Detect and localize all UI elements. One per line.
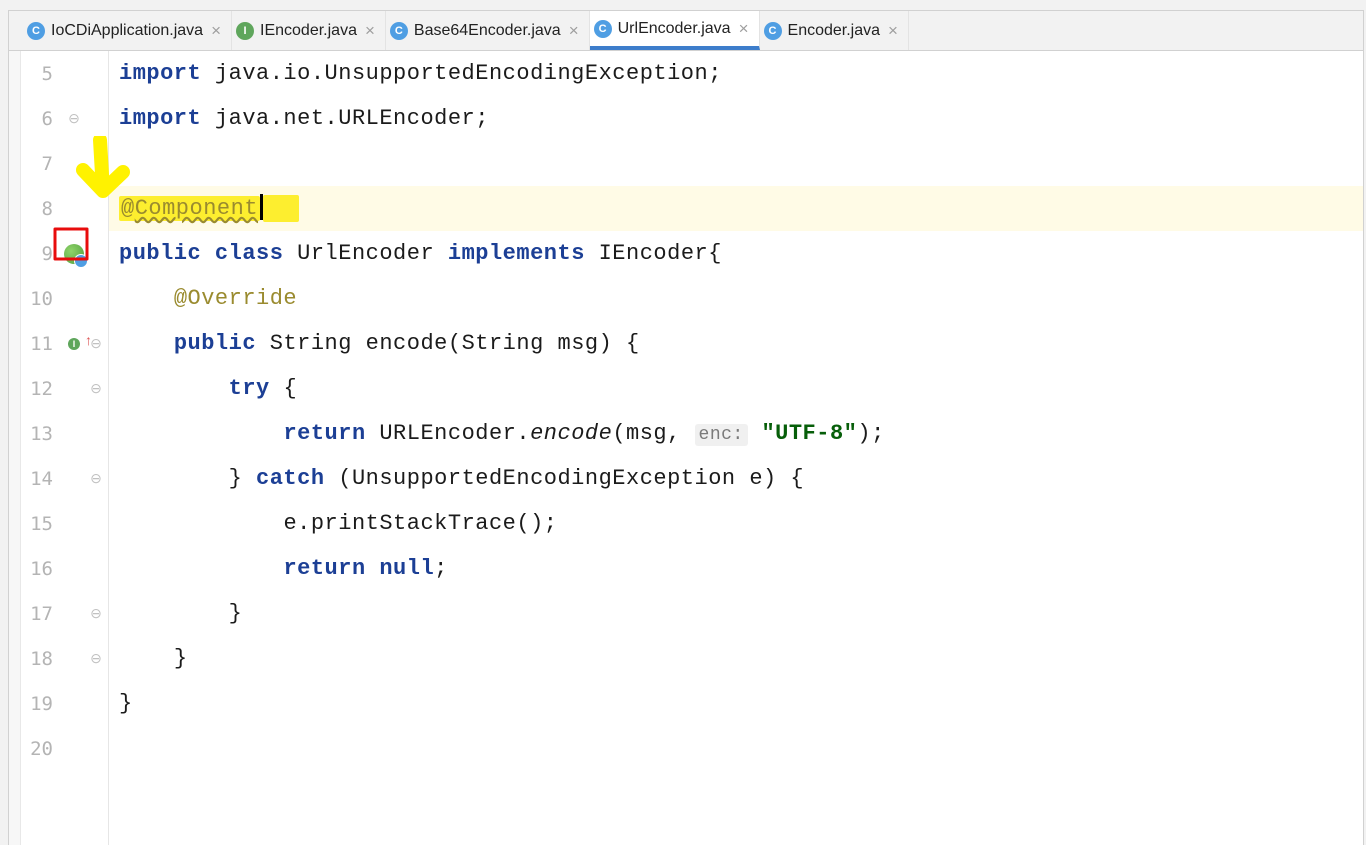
- close-icon[interactable]: ×: [886, 21, 898, 41]
- line-number: 20: [30, 738, 53, 760]
- line-number: 10: [30, 288, 53, 310]
- class-icon: C: [594, 20, 612, 38]
- tab-encoder[interactable]: C Encoder.java ×: [760, 11, 909, 50]
- tab-label: IoCDiApplication.java: [51, 22, 203, 40]
- tab-iencoder[interactable]: I IEncoder.java ×: [232, 11, 386, 50]
- line-number: 16: [30, 558, 53, 580]
- code-area[interactable]: import java.io.UnsupportedEncodingExcept…: [109, 51, 1363, 845]
- code-line[interactable]: public String encode(String msg) {: [109, 321, 1363, 366]
- code-line[interactable]: return URLEncoder.encode(msg, enc: "UTF-…: [109, 411, 1363, 456]
- tab-bar: C IoCDiApplication.java × I IEncoder.jav…: [9, 11, 1363, 51]
- class-icon: C: [390, 22, 408, 40]
- fold-icon[interactable]: ⊖: [85, 470, 107, 487]
- interface-icon: I: [236, 22, 254, 40]
- line-number: 5: [42, 63, 53, 85]
- code-line[interactable]: @Component: [109, 186, 1363, 231]
- close-icon[interactable]: ×: [209, 21, 221, 41]
- param-hint: enc:: [695, 424, 748, 446]
- code-line[interactable]: [109, 726, 1363, 771]
- fold-icon[interactable]: ⊖: [85, 335, 107, 352]
- line-number: 9: [42, 243, 53, 265]
- fold-icon[interactable]: ⊖: [85, 605, 107, 622]
- code-line[interactable]: return null;: [109, 546, 1363, 591]
- class-icon: C: [764, 22, 782, 40]
- line-number: 11: [30, 333, 53, 355]
- tab-iocdi[interactable]: C IoCDiApplication.java ×: [23, 11, 232, 50]
- fold-icon[interactable]: ⊖: [85, 650, 107, 667]
- line-number: 18: [30, 648, 53, 670]
- line-number: 6: [42, 108, 53, 130]
- spring-bean-icon[interactable]: [63, 244, 85, 264]
- code-line[interactable]: [109, 141, 1363, 186]
- code-line[interactable]: }: [109, 591, 1363, 636]
- line-number: 12: [30, 378, 53, 400]
- editor[interactable]: 5 6 ⊖ 7 8 9 10 11 I↑ ⊖ 12 ⊖ 13 14 ⊖ 15 16 1…: [9, 51, 1363, 845]
- close-icon[interactable]: ×: [737, 19, 749, 39]
- line-number: 14: [30, 468, 53, 490]
- tab-urlencoder[interactable]: C UrlEncoder.java ×: [590, 11, 760, 50]
- code-line[interactable]: }: [109, 636, 1363, 681]
- tab-label: Base64Encoder.java: [414, 22, 561, 40]
- code-line[interactable]: @Override: [109, 276, 1363, 321]
- line-number: 8: [42, 198, 53, 220]
- class-icon: C: [27, 22, 45, 40]
- code-line[interactable]: } catch (UnsupportedEncodingException e)…: [109, 456, 1363, 501]
- gutter: 5 6 ⊖ 7 8 9 10 11 I↑ ⊖ 12 ⊖ 13 14 ⊖ 15 16 1…: [9, 51, 109, 845]
- tab-label: Encoder.java: [788, 22, 881, 40]
- ide-window: C IoCDiApplication.java × I IEncoder.jav…: [8, 10, 1364, 845]
- code-line[interactable]: import java.io.UnsupportedEncodingExcept…: [109, 51, 1363, 96]
- code-line[interactable]: e.printStackTrace();: [109, 501, 1363, 546]
- tab-label: UrlEncoder.java: [618, 20, 731, 38]
- override-up-icon[interactable]: I↑: [63, 336, 85, 352]
- fold-icon[interactable]: ⊖: [85, 380, 107, 397]
- line-number: 19: [30, 693, 53, 715]
- tab-label: IEncoder.java: [260, 22, 357, 40]
- fold-icon[interactable]: ⊖: [63, 110, 85, 127]
- line-number: 13: [30, 423, 53, 445]
- code-line[interactable]: }: [109, 681, 1363, 726]
- close-icon[interactable]: ×: [567, 21, 579, 41]
- close-icon[interactable]: ×: [363, 21, 375, 41]
- code-line[interactable]: import java.net.URLEncoder;: [109, 96, 1363, 141]
- code-line[interactable]: try {: [109, 366, 1363, 411]
- line-number: 15: [30, 513, 53, 535]
- line-number: 17: [30, 603, 53, 625]
- line-number: 7: [42, 153, 53, 175]
- tab-base64[interactable]: C Base64Encoder.java ×: [386, 11, 590, 50]
- code-line[interactable]: public class UrlEncoder implements IEnco…: [109, 231, 1363, 276]
